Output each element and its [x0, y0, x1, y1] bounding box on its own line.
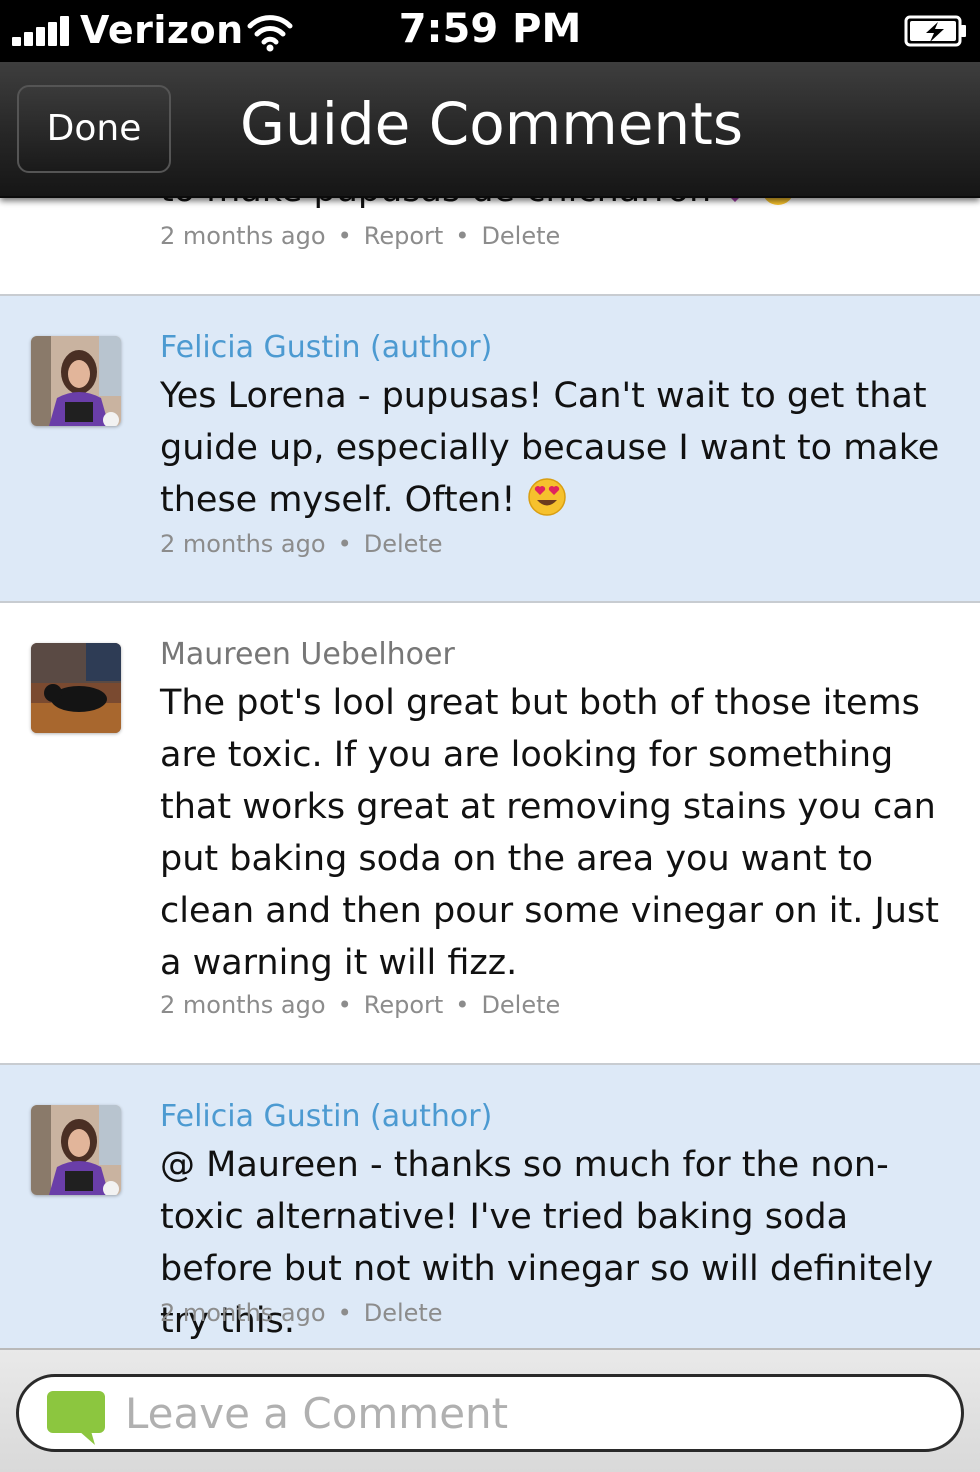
delete-link[interactable]: Delete	[364, 1299, 443, 1327]
comment-text: Yes Lorena - pupusas! Can't wait to get …	[160, 376, 940, 520]
delete-link[interactable]: Delete	[481, 991, 560, 1019]
comment-time: 2 months ago	[160, 991, 326, 1019]
done-button[interactable]: Done	[17, 85, 171, 173]
report-link[interactable]: Report	[364, 991, 444, 1019]
comment-author[interactable]: Felicia Gustin (author)	[160, 330, 492, 365]
navigation-bar: Done Guide Comments	[0, 62, 980, 198]
comment-text: The pot's lool great but both of those i…	[160, 683, 939, 983]
chat-bubble-icon	[47, 1391, 105, 1445]
page-title: Guide Comments	[240, 90, 744, 158]
comment-meta: 2 months ago • Report • Delete	[160, 222, 561, 250]
delete-link[interactable]: Delete	[364, 530, 443, 558]
comment-composer-bar: Leave a Comment	[0, 1348, 980, 1472]
comment-item: Maureen Uebelhoer The pot's lool great b…	[0, 603, 980, 1063]
clock: 7:59 PM	[398, 6, 582, 52]
report-link[interactable]: Report	[364, 222, 444, 250]
heart-eyes-emoji-icon	[527, 478, 566, 516]
comment-item: Felicia Gustin (author) @ Maureen - than…	[0, 1065, 980, 1348]
comment-partial: to make pupusas de chicharron 2 months a…	[0, 196, 980, 294]
comment-time: 2 months ago	[160, 1299, 326, 1327]
comment-author[interactable]: Felicia Gustin (author)	[160, 1099, 492, 1134]
avatar[interactable]	[31, 643, 121, 733]
comment-placeholder: Leave a Comment	[125, 1389, 509, 1438]
comment-item: Felicia Gustin (author) Yes Lorena - pup…	[0, 296, 980, 601]
comment-time: 2 months ago	[160, 222, 326, 250]
leave-comment-input[interactable]: Leave a Comment	[16, 1374, 964, 1452]
battery-charging-icon	[904, 15, 966, 47]
comment-meta: 2 months ago • Delete	[160, 1299, 443, 1327]
avatar[interactable]	[31, 336, 121, 426]
comment-author[interactable]: Maureen Uebelhoer	[160, 637, 455, 672]
status-bar: Verizon 7:59 PM	[0, 0, 980, 62]
delete-link[interactable]: Delete	[481, 222, 560, 250]
comment-meta: 2 months ago • Delete	[160, 530, 443, 558]
comment-time: 2 months ago	[160, 530, 326, 558]
comment-text-fragment: to make pupusas de chicharron	[160, 196, 796, 216]
avatar[interactable]	[31, 1105, 121, 1195]
comment-meta: 2 months ago • Report • Delete	[160, 991, 561, 1019]
